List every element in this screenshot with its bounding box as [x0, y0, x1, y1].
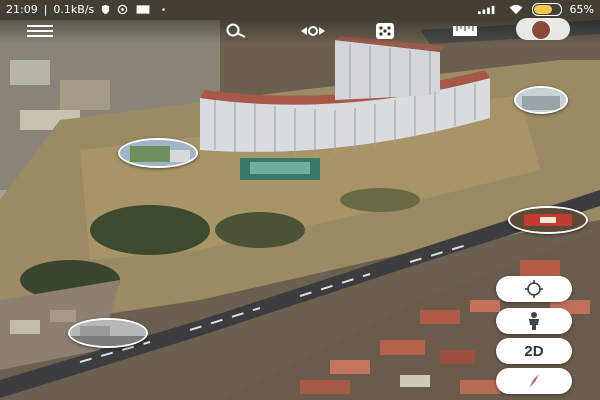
notification-box-icon [136, 5, 150, 14]
status-bar: 21:09 | 0.1kB/s 65% [0, 0, 600, 20]
search-button[interactable] [222, 20, 250, 42]
satellite-icon [301, 26, 325, 36]
pegman-icon [529, 312, 539, 330]
battery-percent: 65% [569, 3, 594, 16]
status-bar-left: 21:09 | 0.1kB/s [6, 3, 169, 16]
search-icon [226, 23, 246, 38]
avatar-photo [531, 20, 551, 40]
battery-icon [531, 3, 562, 16]
menu-button[interactable] [26, 20, 54, 42]
wifi-icon [509, 4, 522, 15]
thumbnail-building-left[interactable] [118, 138, 198, 168]
crosshair-icon [525, 280, 543, 298]
thumbnail-street[interactable] [68, 318, 148, 348]
thumbnail-building-right[interactable] [514, 86, 568, 114]
clock: 21:09 [6, 3, 38, 16]
measure-button[interactable] [452, 20, 478, 42]
view-mode-2d-button[interactable]: 2D [496, 338, 572, 364]
thumbnail-image [510, 208, 586, 232]
user-avatar[interactable] [516, 18, 570, 40]
recenter-button[interactable] [496, 276, 572, 302]
ruler-icon [453, 26, 477, 36]
compass-needle-icon [529, 374, 539, 388]
map-toolbar [0, 20, 600, 44]
thumbnail-restaurant[interactable] [508, 206, 588, 234]
target-icon [118, 4, 128, 15]
menu-icon [27, 25, 53, 37]
status-bar-right: 65% [476, 3, 594, 16]
thumbnail-image [516, 88, 566, 112]
signal-icon [477, 5, 494, 15]
dot-icon [162, 8, 166, 11]
compass-button[interactable] [496, 368, 572, 394]
street-view-button[interactable] [496, 308, 572, 334]
dice-icon [376, 23, 394, 39]
thumbnail-image [120, 140, 196, 166]
network-speed: 0.1kB/s [53, 3, 95, 16]
shield-icon [102, 4, 110, 15]
view-mode-label: 2D [524, 342, 544, 360]
satellite-button[interactable] [298, 20, 328, 42]
status-separator: | [43, 3, 48, 16]
thumbnail-image [70, 320, 146, 346]
random-location-button[interactable] [372, 20, 398, 42]
